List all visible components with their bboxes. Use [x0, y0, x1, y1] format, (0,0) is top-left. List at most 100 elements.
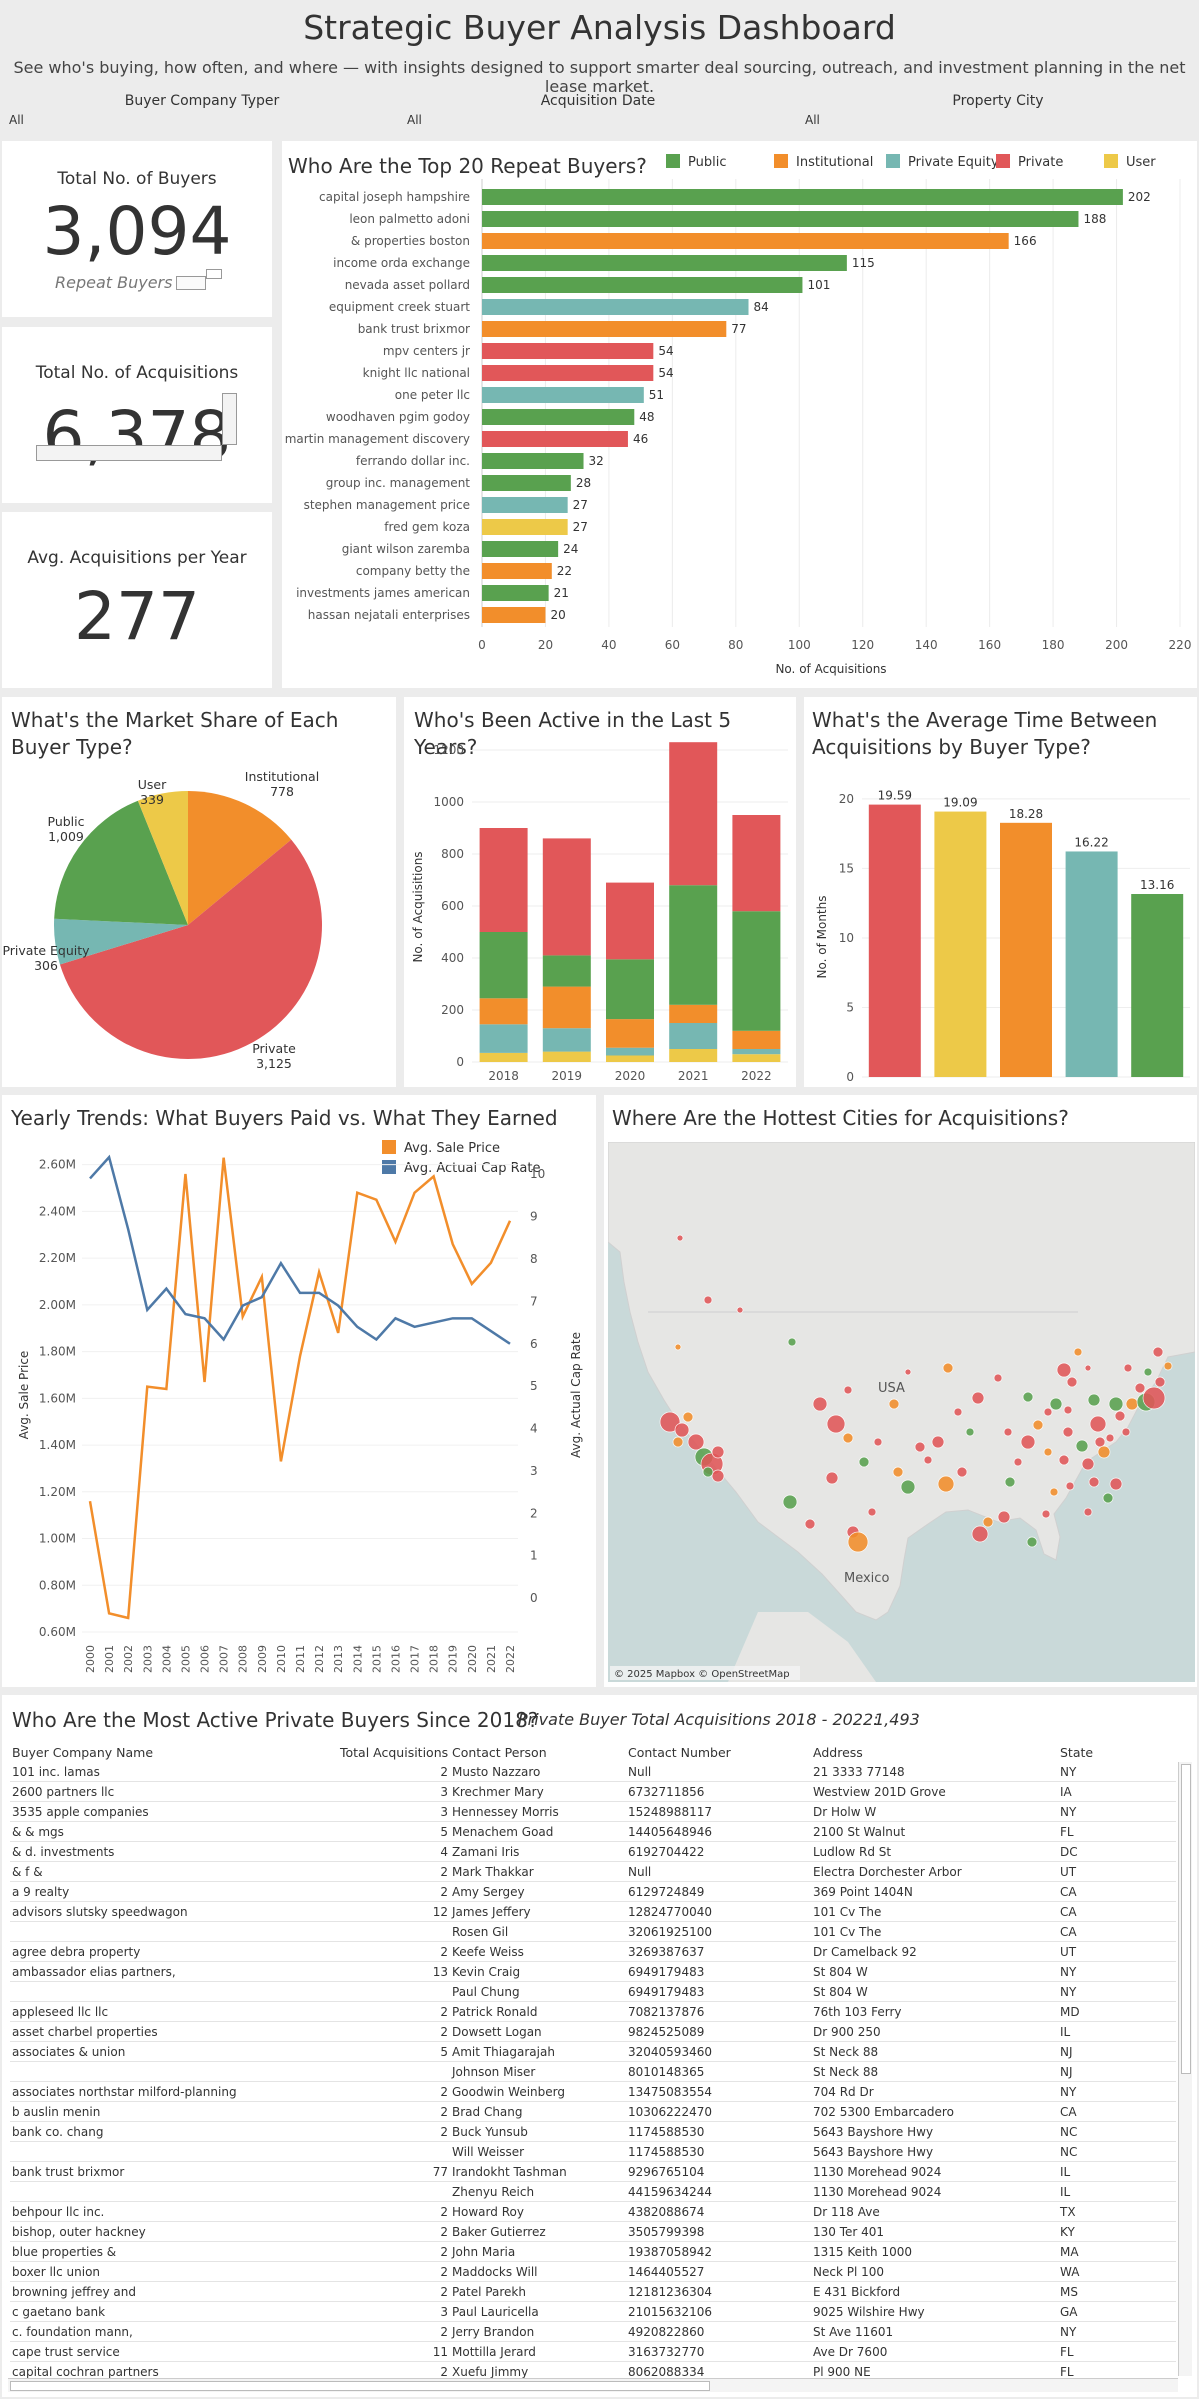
table-row[interactable]: & f & 2 Mark Thakkar Null Electra Dorchester… — [10, 1862, 1176, 1882]
table-row[interactable]: a 9 realty 2 Amy Sergey 6129724849 369 Point… — [10, 1882, 1176, 1902]
acquisition-map[interactable]: USA Mexico © 2025 Mapbox © OpenStreetMap — [608, 1142, 1195, 1682]
x-tick-label: 120 — [851, 638, 874, 652]
bar-value-label: 84 — [754, 300, 769, 314]
table-row[interactable]: b auslin menin 2 Brad Chang 10306222470 702 … — [10, 2102, 1176, 2122]
map-city-marker — [1003, 1427, 1013, 1437]
table-scrollbar-horizontal-thumb[interactable] — [10, 2381, 710, 2391]
table-row[interactable]: c gaetano bank 3 Paul Lauricella 2101563210… — [10, 2302, 1176, 2322]
table-row[interactable]: associates & union 5 Amit Thiagarajah 32040… — [10, 2042, 1176, 2062]
slice-value-label: 778 — [270, 784, 294, 799]
bar — [482, 475, 571, 491]
map-city-marker — [997, 1510, 1011, 1524]
kpi-toggle-handle[interactable] — [206, 269, 222, 279]
table-scrollbar-horizontal[interactable] — [8, 2378, 1178, 2392]
x-tick-label: 20 — [538, 638, 553, 652]
kpi-toggle-box[interactable] — [176, 276, 206, 290]
table-row[interactable]: ambassador elias partners, 13 Kevin Craig 6… — [10, 1962, 1176, 1982]
table-row[interactable]: 101 inc. lamas 2 Musto Nazzaro Null 21 3333 … — [10, 1762, 1176, 1782]
cell-number: 12181236304 — [628, 2285, 712, 2299]
x-tick-label: 2005 — [179, 1645, 192, 1673]
map-city-marker — [931, 1435, 945, 1449]
table-row[interactable]: browning jeffrey and 2 Patel Parekh 1218123… — [10, 2282, 1176, 2302]
cell-address: 130 Ter 401 — [813, 2225, 885, 2239]
table-row[interactable]: associates northstar milford-planning 2 Go… — [10, 2082, 1176, 2102]
cell-number: 10306222470 — [628, 2105, 712, 2119]
map-city-marker — [825, 1471, 839, 1485]
col-state[interactable]: State — [1060, 1745, 1093, 1760]
cell-buyer: bishop, outer hackney — [12, 2225, 146, 2239]
table-row[interactable]: bishop, outer hackney 2 Baker Gutierrez 350… — [10, 2222, 1176, 2242]
map-city-marker — [1043, 1447, 1053, 1457]
cell-number: 4382088674 — [628, 2205, 705, 2219]
cell-number: 32061925100 — [628, 1925, 712, 1939]
col-contact-person[interactable]: Contact Person — [452, 1745, 547, 1760]
kpi-scrollbar-horizontal[interactable] — [36, 445, 222, 461]
table-row[interactable]: appleseed llc llc 2 Patrick Ronald 70821378… — [10, 2002, 1176, 2022]
slice-name-label: Institutional — [245, 769, 319, 784]
map-city-marker — [1108, 1396, 1124, 1412]
cell-contact: Krechmer Mary — [452, 1785, 544, 1799]
y-tick-label: 20 — [839, 792, 854, 806]
kpi-scrollbar-vertical[interactable] — [222, 393, 237, 445]
map-city-marker — [1065, 1481, 1075, 1491]
bar-category-label: income orda exchange — [333, 256, 470, 270]
y-tick-label: 1000 — [433, 795, 464, 809]
cell-contact: Mark Thakkar — [452, 1865, 534, 1879]
table-row[interactable]: & & mgs 5 Menachem Goad 14405648946 2100 St … — [10, 1822, 1176, 1842]
cell-buyer: blue properties & — [12, 2245, 117, 2259]
bar — [1131, 894, 1184, 1077]
table-row[interactable]: behpour llc inc. 2 Howard Roy 4382088674 Dr … — [10, 2202, 1176, 2222]
y-tick-label: 1.60M — [39, 1391, 76, 1405]
table-scrollbar-vertical-thumb[interactable] — [1181, 1764, 1191, 2074]
cell-buyer: behpour llc inc. — [12, 2205, 105, 2219]
table-row[interactable]: blue properties & 2 John Maria 19387058942 1… — [10, 2242, 1176, 2262]
cell-acquisitions: 2 — [440, 2325, 448, 2339]
table-row[interactable]: 3535 apple companies 3 Hennessey Morris 152… — [10, 1802, 1176, 1822]
table-row[interactable]: Zhenyu Reich 44159634244 1130 Morehead 902… — [10, 2182, 1176, 2202]
x-tick-label: 2016 — [389, 1645, 402, 1673]
table-row[interactable]: 2600 partners llc 3 Krechmer Mary 673271185… — [10, 1782, 1176, 1802]
map-city-marker — [1143, 1367, 1153, 1377]
col-total-acquisitions[interactable]: Total Acquisitions — [340, 1745, 448, 1760]
filter-property-city-value[interactable]: All — [805, 113, 820, 127]
bar — [482, 365, 654, 381]
cell-number: 1464405527 — [628, 2265, 705, 2279]
map-city-marker — [956, 1466, 968, 1478]
table-row[interactable]: bank trust brixmor 77 Irandokht Tashman 929… — [10, 2162, 1176, 2182]
table-row[interactable]: Will Weisser 1174588530 5643 Bayshore Hwy N… — [10, 2142, 1176, 2162]
table-row[interactable]: Johnson Miser 8010148365 St Neck 88 NJ — [10, 2062, 1176, 2082]
table-row[interactable]: c. foundation mann, 2 Jerry Brandon 4920822… — [10, 2322, 1176, 2342]
cell-state: TX — [1060, 2205, 1076, 2219]
table-row[interactable]: bank co. chang 2 Buck Yunsub 1174588530 5643… — [10, 2122, 1176, 2142]
col-address[interactable]: Address — [813, 1745, 863, 1760]
cell-address: Westview 201D Grove — [813, 1785, 946, 1799]
table-row[interactable]: Paul Chung 6949179483 St 804 W NY — [10, 1982, 1176, 2002]
table-row[interactable]: asset charbel properties 2 Dowsett Logan 98… — [10, 2022, 1176, 2042]
x-tick-label: 2015 — [370, 1645, 383, 1673]
cell-number: 1174588530 — [628, 2145, 705, 2159]
map-city-marker — [1142, 1386, 1166, 1410]
map-city-marker — [1022, 1391, 1034, 1403]
table-scrollbar-vertical[interactable] — [1178, 1762, 1192, 2376]
cell-address: Dr Camelback 92 — [813, 1945, 917, 1959]
filter-acquisition-date-value[interactable]: All — [407, 113, 422, 127]
bar-value-label: 24 — [563, 542, 578, 556]
private-buyers-summary-value: 1,493 — [874, 1710, 920, 1729]
table-row[interactable]: & d. investments 4 Zamani Iris 6192704422 Lu… — [10, 1842, 1176, 1862]
cell-acquisitions: 12 — [432, 1905, 448, 1919]
cell-address: 5643 Bayshore Hwy — [813, 2145, 934, 2159]
table-row[interactable]: Rosen Gil 32061925100 101 Cv The CA — [10, 1922, 1176, 1942]
table-row[interactable]: advisors slutsky speedwagon 12 James Jeffe… — [10, 1902, 1176, 1922]
bar-value-label: 46 — [633, 432, 648, 446]
col-buyer-company[interactable]: Buyer Company Name — [12, 1745, 153, 1760]
cell-contact: John Maria — [452, 2245, 516, 2259]
cell-number: Null — [628, 1765, 652, 1779]
filter-buyer-type-value[interactable]: All — [9, 113, 24, 127]
table-row[interactable]: boxer llc union 2 Maddocks Will 1464405527 N… — [10, 2262, 1176, 2282]
bar-value-label: 19.59 — [878, 789, 912, 803]
table-row[interactable]: cape trust service 11 Mottilla Jerard 31637… — [10, 2342, 1176, 2362]
table-row[interactable]: agree debra property 2 Keefe Weiss 32693876… — [10, 1942, 1176, 1962]
cell-contact: Baker Gutierrez — [452, 2225, 546, 2239]
cell-contact: Kevin Craig — [452, 1965, 521, 1979]
col-contact-number[interactable]: Contact Number — [628, 1745, 731, 1760]
